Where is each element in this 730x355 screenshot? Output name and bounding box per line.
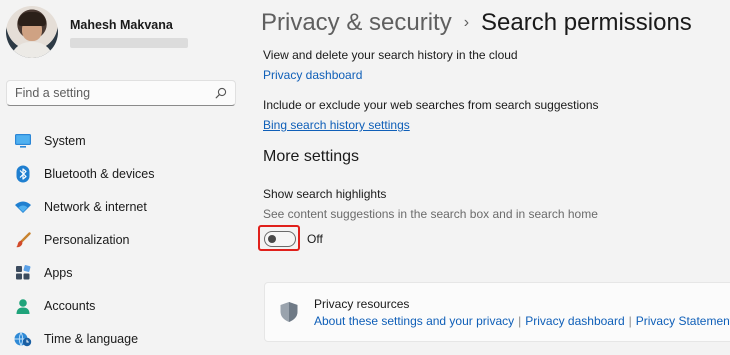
person-icon: [14, 297, 32, 315]
bluetooth-icon: [14, 165, 32, 183]
sidebar-item-label: Apps: [44, 265, 73, 280]
cloud-history-text: View and delete your search history in t…: [263, 48, 518, 62]
sidebar-item-system[interactable]: System: [6, 124, 242, 157]
breadcrumb: Privacy & security › Search permissions: [261, 6, 692, 43]
link-separator: |: [518, 314, 522, 328]
privacy-resources-card: Privacy resources About these settings a…: [264, 282, 730, 342]
brush-icon: [14, 231, 32, 249]
sidebar-item-label: Network & internet: [44, 199, 147, 214]
sidebar-item-personalization[interactable]: Personalization: [6, 223, 242, 256]
search-box[interactable]: [6, 80, 236, 106]
privacy-resources-title: Privacy resources: [314, 297, 410, 311]
search-highlights-description: See content suggestions in the search bo…: [263, 207, 598, 221]
apps-icon: [14, 264, 32, 282]
sidebar: Mahesh Makvana System Bluetooth & device…: [0, 0, 248, 354]
sidebar-nav: System Bluetooth & devices Network & int…: [6, 124, 242, 355]
sidebar-item-bluetooth-devices[interactable]: Bluetooth & devices: [6, 157, 242, 190]
bing-search-history-link[interactable]: Bing search history settings: [263, 118, 410, 132]
user-profile[interactable]: Mahesh Makvana: [6, 6, 188, 58]
monitor-icon: [14, 132, 32, 150]
page-title: Search permissions: [481, 9, 692, 36]
sidebar-item-label: Personalization: [44, 232, 130, 247]
main-content: Privacy & security › Search permissions Vi…: [248, 0, 730, 354]
search-highlights-toggle[interactable]: [264, 231, 296, 247]
shield-icon: [280, 302, 298, 322]
link-separator: |: [628, 314, 632, 328]
breadcrumb-parent[interactable]: Privacy & security: [261, 9, 452, 36]
profile-email-redacted: [70, 37, 188, 48]
breadcrumb-separator: ›: [463, 14, 470, 31]
privacy-resources-links: About these settings and your privacy | Pr…: [314, 314, 730, 328]
wifi-icon: [14, 198, 32, 216]
privacy-statement-link[interactable]: Privacy Statement: [636, 314, 730, 328]
about-settings-privacy-link[interactable]: About these settings and your privacy: [314, 314, 514, 328]
sidebar-item-label: Time & language: [44, 331, 139, 346]
toggle-knob: [268, 235, 276, 243]
globe-clock-icon: [14, 330, 32, 348]
sidebar-item-label: Accounts: [44, 298, 96, 313]
profile-name: Mahesh Makvana: [70, 17, 173, 32]
privacy-dashboard-link[interactable]: Privacy dashboard: [263, 68, 362, 82]
privacy-dashboard-card-link[interactable]: Privacy dashboard: [525, 314, 624, 328]
toggle-highlight-box: [258, 225, 300, 251]
sidebar-item-time-language[interactable]: Time & language: [6, 322, 242, 355]
sidebar-item-accounts[interactable]: Accounts: [6, 289, 242, 322]
section-title: More settings: [263, 148, 360, 165]
avatar: [6, 6, 58, 58]
search-highlights-label: Show search highlights: [263, 187, 387, 201]
sidebar-item-label: System: [44, 133, 86, 148]
sidebar-item-apps[interactable]: Apps: [6, 256, 242, 289]
web-search-text: Include or exclude your web searches fro…: [263, 98, 599, 112]
sidebar-item-network-internet[interactable]: Network & internet: [6, 190, 242, 223]
sidebar-item-label: Bluetooth & devices: [44, 166, 155, 181]
toggle-state-label: Off: [307, 232, 323, 246]
search-input[interactable]: [15, 85, 205, 101]
search-icon[interactable]: [215, 87, 227, 99]
